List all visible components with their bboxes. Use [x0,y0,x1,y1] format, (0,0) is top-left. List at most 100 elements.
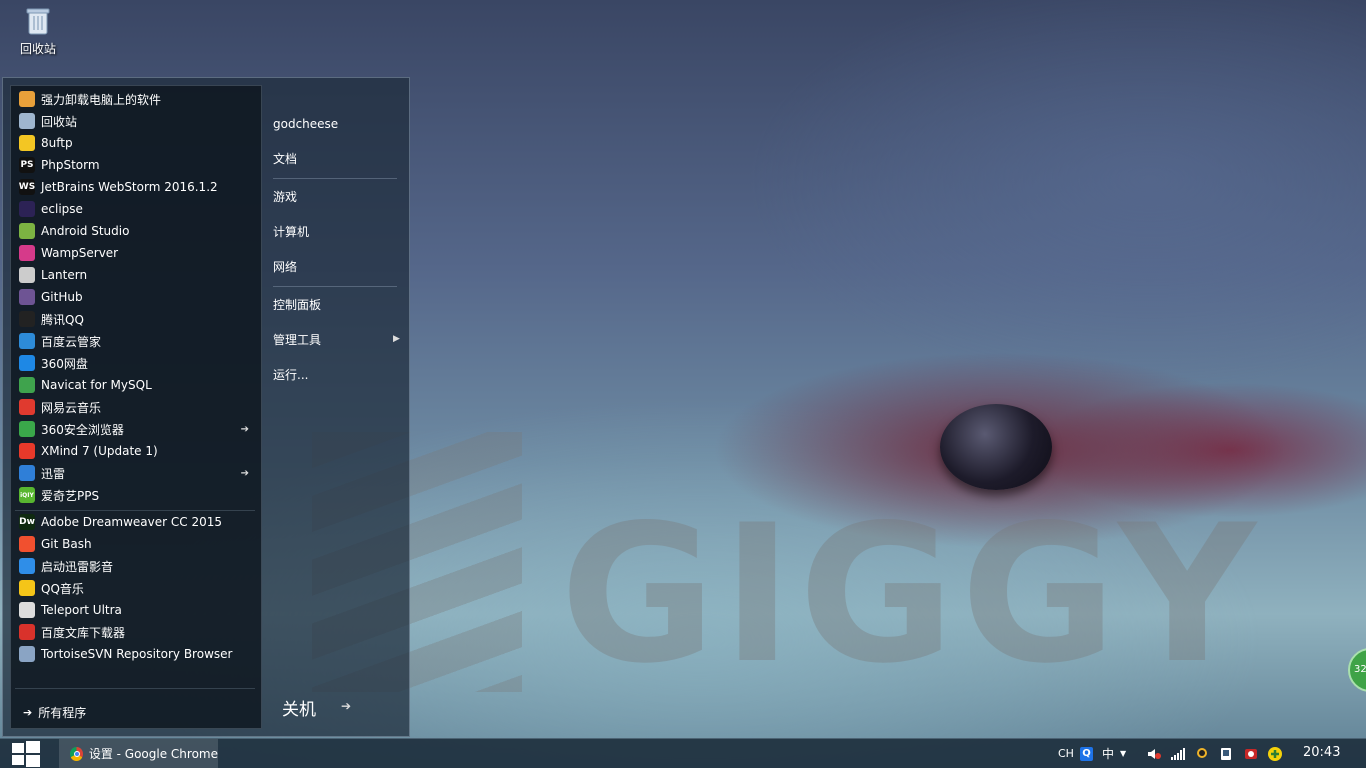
shutdown-button[interactable]: 关机 [282,695,316,720]
start-right-label: 运行... [273,368,309,382]
program-label: eclipse [41,202,83,216]
program-label: 爱奇艺PPS [41,488,100,503]
start-right-run[interactable]: 运行... [273,365,308,385]
start-right-documents[interactable]: 文档 [273,149,297,169]
program-item[interactable]: GitHub [11,286,261,308]
start-right-games[interactable]: 游戏 [273,187,297,207]
program-label: 回收站 [41,114,78,129]
start-right-label: 游戏 [273,190,298,204]
program-item[interactable]: 启动迅雷影音 [11,555,261,577]
program-item[interactable]: WS JetBrains WebStorm 2016.1.2 [11,176,261,198]
program-label: 360安全浏览器 [41,422,124,437]
device-tray-icon[interactable] [1219,739,1233,768]
xunlei-player-icon [19,558,35,574]
program-item[interactable]: 8uftp [11,132,261,154]
program-label: 百度云管家 [41,334,102,349]
program-item[interactable]: 网易云音乐 [11,396,261,418]
start-right-admin-tools[interactable]: 管理工具 [273,330,399,350]
program-item[interactable]: QQ音乐 [11,577,261,599]
desktop-icon-recycle-bin[interactable]: 回收站 [12,6,64,57]
network-signal-icon[interactable] [1171,739,1185,768]
ime-icon[interactable]: Q [1080,739,1093,768]
program-label: Navicat for MySQL [41,378,152,392]
ime-menu-arrow-icon[interactable]: ▼ [1120,739,1126,768]
program-item[interactable]: TortoiseSVN Repository Browser [11,643,261,665]
program-label: WampServer [41,246,119,260]
submenu-arrow-icon: ➔ [240,467,249,479]
lantern-icon [19,267,35,283]
program-item[interactable]: 百度云管家 [11,330,261,352]
arrow-right-icon: ➔ [23,706,33,719]
program-item[interactable]: 回收站 [11,110,261,132]
program-item[interactable]: 360安全浏览器 ➔ [11,418,261,440]
program-label: Adobe Dreamweaver CC 2015 [41,515,223,529]
program-label: 腾讯QQ [41,312,84,327]
program-label: 强力卸载电脑上的软件 [41,92,162,107]
360-browser-icon [19,421,35,437]
camera-tray-icon[interactable] [1244,739,1258,768]
program-item[interactable]: Teleport Ultra [11,599,261,621]
start-right-control-panel[interactable]: 控制面板 [273,295,321,315]
program-item[interactable]: 强力卸载电脑上的软件 [11,88,261,110]
git-bash-icon [19,536,35,552]
wampserver-icon [19,245,35,261]
taskbar-button-label: 设置 - Google Chrome [88,747,218,761]
github-icon [19,289,35,305]
wallpaper-water-drop [940,404,1052,490]
program-item[interactable]: WampServer [11,242,261,264]
program-label: 360网盘 [41,356,88,371]
program-label: PhpStorm [41,158,100,172]
start-button[interactable] [10,741,42,767]
floating-speed-widget[interactable]: 32 [1348,648,1366,692]
right-pane-separator [273,286,397,287]
navicat-icon [19,377,35,393]
program-item[interactable]: 腾讯QQ [11,308,261,330]
taskbar-button-chrome[interactable]: 设置 - Google Chrome [59,739,218,768]
program-item[interactable]: Android Studio [11,220,261,242]
program-item[interactable]: Dw Adobe Dreamweaver CC 2015 [11,511,261,533]
program-label: 迅雷 [41,466,66,481]
shutdown-label: 关机 [282,700,316,720]
taskbar-clock[interactable]: 20:43 [1303,745,1340,760]
uninstall-icon [19,91,35,107]
start-right-user-folder[interactable]: godcheese [273,114,338,134]
start-right-network[interactable]: 网络 [273,257,297,277]
volume-muted-icon[interactable] [1147,739,1161,768]
360-tray-icon[interactable] [1267,739,1283,768]
windows-logo-icon [12,743,24,753]
program-item[interactable]: Lantern [11,264,261,286]
program-item[interactable]: Navicat for MySQL [11,374,261,396]
program-item[interactable]: 迅雷 ➔ [11,462,261,484]
program-label: 8uftp [41,136,73,150]
widget-badge: 32 [1354,664,1366,675]
right-pane-separator [273,178,397,179]
program-item[interactable]: iQIY 爱奇艺PPS [11,484,261,506]
program-label: 网易云音乐 [41,400,102,415]
program-item[interactable]: 百度文库下载器 [11,621,261,643]
program-item[interactable]: XMind 7 (Update 1) [11,440,261,462]
start-right-computer[interactable]: 计算机 [273,222,309,242]
shutdown-options-arrow-icon[interactable]: ➔ [341,699,351,713]
program-label: JetBrains WebStorm 2016.1.2 [41,180,218,194]
all-programs-label: 所有程序 [38,706,87,720]
language-indicator[interactable]: CH [1058,739,1074,768]
all-programs-button[interactable]: ➔ 所有程序 [23,704,86,721]
program-item[interactable]: 360网盘 [11,352,261,374]
start-right-label: 计算机 [273,225,310,239]
tortoisesvn-icon [19,646,35,662]
submenu-arrow-icon: ➔ [240,423,249,435]
program-label: Teleport Ultra [41,603,122,617]
program-item[interactable]: eclipse [11,198,261,220]
ime-mode[interactable]: 中 [1102,739,1114,768]
taskbar: 设置 - Google Chrome CH Q 中 ▼ 20:43 [0,738,1366,768]
start-right-label: godcheese [273,117,339,131]
qq-tray-icon[interactable] [1195,739,1209,768]
360-cloud-icon [19,355,35,371]
start-right-label: 文档 [273,152,298,166]
program-item[interactable]: PS PhpStorm [11,154,261,176]
program-item[interactable]: Git Bash [11,533,261,555]
program-label: 百度文库下载器 [41,625,126,640]
phpstorm-icon: PS [19,157,35,173]
program-label: 启动迅雷影音 [41,559,114,574]
sogou-ime-icon: Q [1080,746,1093,761]
